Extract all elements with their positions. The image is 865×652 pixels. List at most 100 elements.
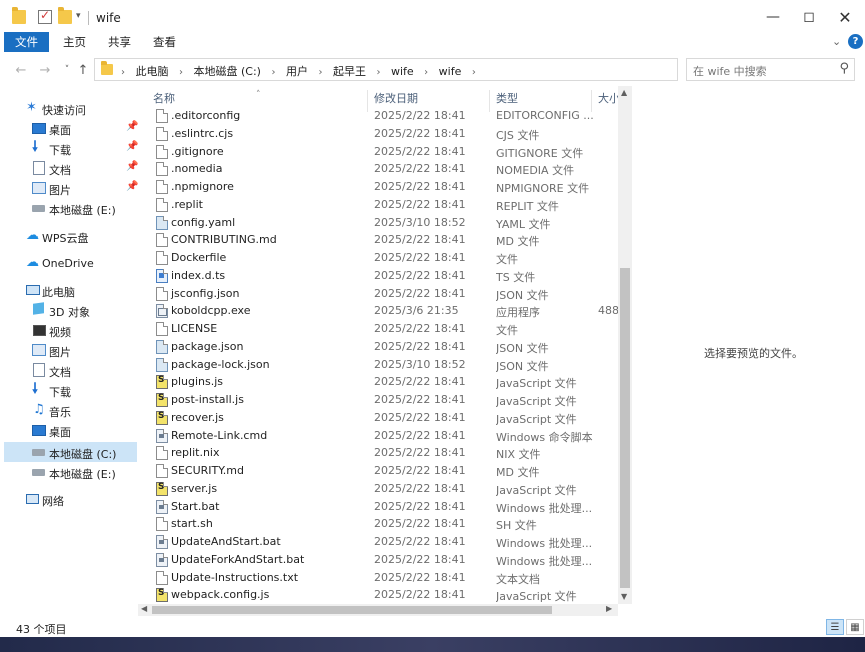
file-type: MD 文件 [496,235,540,249]
file-type: NOMEDIA 文件 [496,164,575,178]
details-view-icon[interactable]: ☰ [826,619,844,635]
search-icon[interactable]: ⚲ [839,61,849,76]
breadcrumb-item[interactable]: 起早王 [333,63,366,79]
scroll-right-arrow-icon[interactable]: ▶ [606,604,612,613]
breadcrumb-separator-icon[interactable]: › [424,67,428,78]
sidebar-item-wps-cloud[interactable]: ☁ WPS云盘 [4,226,137,246]
sidebar-item-documents-pc[interactable]: 文档 [4,360,137,380]
table-row[interactable]: start.sh 2025/2/22 18:41 SH 文件 [146,515,618,533]
breadcrumb-item[interactable]: 本地磁盘 (C:) [194,63,261,79]
drive-icon [32,449,45,456]
column-header-type[interactable]: 类型 [496,90,518,106]
breadcrumb-separator-icon[interactable]: › [472,67,476,78]
sidebar-item-onedrive[interactable]: ☁ OneDrive [4,253,137,273]
horizontal-scroll-thumb[interactable] [152,606,552,614]
pin-icon[interactable]: 📌 [126,181,138,192]
table-row[interactable]: recover.js 2025/2/22 18:41 JavaScript 文件 [146,409,618,427]
up-arrow-icon[interactable]: ↑ [74,61,92,79]
sidebar-item-pictures[interactable]: 图片 📌 [4,178,138,198]
vertical-scrollbar[interactable]: ▲ ▼ [618,86,632,604]
table-row[interactable]: plugins.js 2025/2/22 18:41 JavaScript 文件 [146,373,618,391]
table-row[interactable]: UpdateAndStart.bat 2025/2/22 18:41 Windows… [146,533,618,551]
search-input[interactable]: 在 wife 中搜索 [693,63,767,79]
table-row[interactable]: Dockerfile 2025/2/22 18:41 文件 [146,249,618,267]
table-row[interactable]: config.yaml 2025/3/10 18:52 YAML 文件 [146,214,618,232]
sidebar-item-videos[interactable]: 视频 [4,320,137,340]
table-row[interactable]: package.json 2025/2/22 18:41 JSON 文件 [146,338,618,356]
table-row[interactable]: server.js 2025/2/22 18:41 JavaScript 文件 [146,480,618,498]
sidebar-item-drive-e[interactable]: 本地磁盘 (E:) [4,198,137,218]
breadcrumb-separator-icon[interactable]: › [376,67,380,78]
table-row[interactable]: LICENSE 2025/2/22 18:41 文件 [146,320,618,338]
table-row[interactable]: Start.bat 2025/2/22 18:41 Windows 批处理... [146,498,618,516]
breadcrumb-separator-icon[interactable]: › [318,67,322,78]
sidebar-item-music[interactable]: ♫ 音乐 [4,400,137,420]
sidebar-item-network[interactable]: 网络 [4,489,137,509]
tab-home[interactable]: 主页 [52,32,97,52]
tab-file[interactable]: 文件 [4,32,49,52]
help-button[interactable]: ? [848,34,863,49]
pin-icon[interactable]: 📌 [126,141,138,152]
breadcrumb-item[interactable]: wife [391,65,414,78]
sidebar-item-this-pc[interactable]: 此电脑 [4,280,137,300]
sidebar-item-pictures-pc[interactable]: 图片 [4,340,137,360]
search-box[interactable]: 在 wife 中搜索 ⚲ [686,58,855,81]
breadcrumb-separator-icon[interactable]: › [121,67,125,78]
vertical-scroll-thumb[interactable] [620,268,630,588]
pin-icon[interactable]: 📌 [126,121,138,132]
sidebar-item-desktop[interactable]: 桌面 📌 [4,118,138,138]
sidebar-item-documents[interactable]: 文档 📌 [4,158,138,178]
tab-share[interactable]: 共享 [97,32,142,52]
table-row[interactable]: jsconfig.json 2025/2/22 18:41 JSON 文件 [146,285,618,303]
table-row[interactable]: package-lock.json 2025/3/10 18:52 JSON 文件 [146,356,618,374]
address-bar[interactable]: › 此电脑 › 本地磁盘 (C:) › 用户 › 起早王 › wife › wi… [94,58,766,81]
sidebar-item-quick-access[interactable]: ✶ 快速访问 [4,98,137,118]
sidebar-item-downloads-pc[interactable]: 🠗 下载 [4,380,137,400]
sidebar-item-drive-e-pc[interactable]: 本地磁盘 (E:) [4,462,137,482]
table-row[interactable]: CONTRIBUTING.md 2025/2/22 18:41 MD 文件 [146,231,618,249]
table-row[interactable]: SECURITY.md 2025/2/22 18:41 MD 文件 [146,462,618,480]
breadcrumb-item[interactable]: wife [439,65,462,78]
column-header-date[interactable]: 修改日期 [374,90,418,106]
forward-arrow-icon[interactable]: → [36,61,54,79]
file-generic-icon [156,446,168,461]
table-row[interactable]: UpdateForkAndStart.bat 2025/2/22 18:41 Win… [146,551,618,569]
table-row[interactable]: webpack.config.js 2025/2/22 18:41 JavaScri… [146,586,618,604]
column-header-size[interactable]: 大小 [598,90,620,106]
close-button[interactable]: ✕ [822,0,865,34]
table-row[interactable]: koboldcpp.exe 2025/3/6 21:35 应用程序 488, [146,302,623,320]
sidebar-item-drive-c[interactable]: 本地磁盘 (C:) [4,442,137,462]
table-row[interactable]: .gitignore 2025/2/22 18:41 GITIGNORE 文件 [146,143,618,161]
properties-icon[interactable] [38,8,52,24]
breadcrumb-separator-icon[interactable]: › [271,67,275,78]
large-icons-view-icon[interactable]: ▦ [846,619,864,635]
table-row[interactable]: .npmignore 2025/2/22 18:41 NPMIGNORE 文件 [146,178,618,196]
table-row[interactable]: .replit 2025/2/22 18:41 REPLIT 文件 [146,196,618,214]
preview-message: 选择要预览的文件。 [704,347,803,360]
breadcrumb-separator-icon[interactable]: › [179,67,183,78]
ribbon-expand-chevron-down-icon[interactable]: ⌄ [832,35,841,48]
new-folder-icon[interactable] [58,7,72,24]
scroll-down-arrow-icon[interactable]: ▼ [621,592,627,601]
table-row[interactable]: Update-Instructions.txt 2025/2/22 18:41 文本… [146,569,618,587]
table-row[interactable]: .nomedia 2025/2/22 18:41 NOMEDIA 文件 [146,160,618,178]
sidebar-item-3d-objects[interactable]: 3D 对象 [4,300,137,320]
sidebar-item-downloads[interactable]: 🠗 下载 📌 [4,138,138,158]
breadcrumb-item[interactable]: 此电脑 [136,63,169,79]
qat-dropdown-icon[interactable]: ▾ [76,11,81,21]
table-row[interactable]: index.d.ts 2025/2/22 18:41 TS 文件 [146,267,618,285]
table-row[interactable]: .eslintrc.cjs 2025/2/22 18:41 CJS 文件 [146,125,618,143]
table-row[interactable]: post-install.js 2025/2/22 18:41 JavaScript… [146,391,618,409]
table-row[interactable]: replit.nix 2025/2/22 18:41 NIX 文件 [146,444,618,462]
table-row[interactable]: .editorconfig 2025/2/22 18:41 EDITORCONFIG… [146,107,618,125]
scroll-left-arrow-icon[interactable]: ◀ [141,604,147,613]
pin-icon[interactable]: 📌 [126,161,138,172]
column-header-name[interactable]: 名称 [153,90,175,106]
tab-view[interactable]: 查看 [142,32,187,52]
sidebar-item-desktop-pc[interactable]: 桌面 [4,420,137,440]
horizontal-scrollbar[interactable]: ◀ ▶ [138,604,618,616]
breadcrumb-item[interactable]: 用户 [286,63,308,79]
back-arrow-icon[interactable]: ← [12,61,30,79]
table-row[interactable]: Remote-Link.cmd 2025/2/22 18:41 Windows 命令… [146,427,618,445]
scroll-up-arrow-icon[interactable]: ▲ [621,88,627,97]
